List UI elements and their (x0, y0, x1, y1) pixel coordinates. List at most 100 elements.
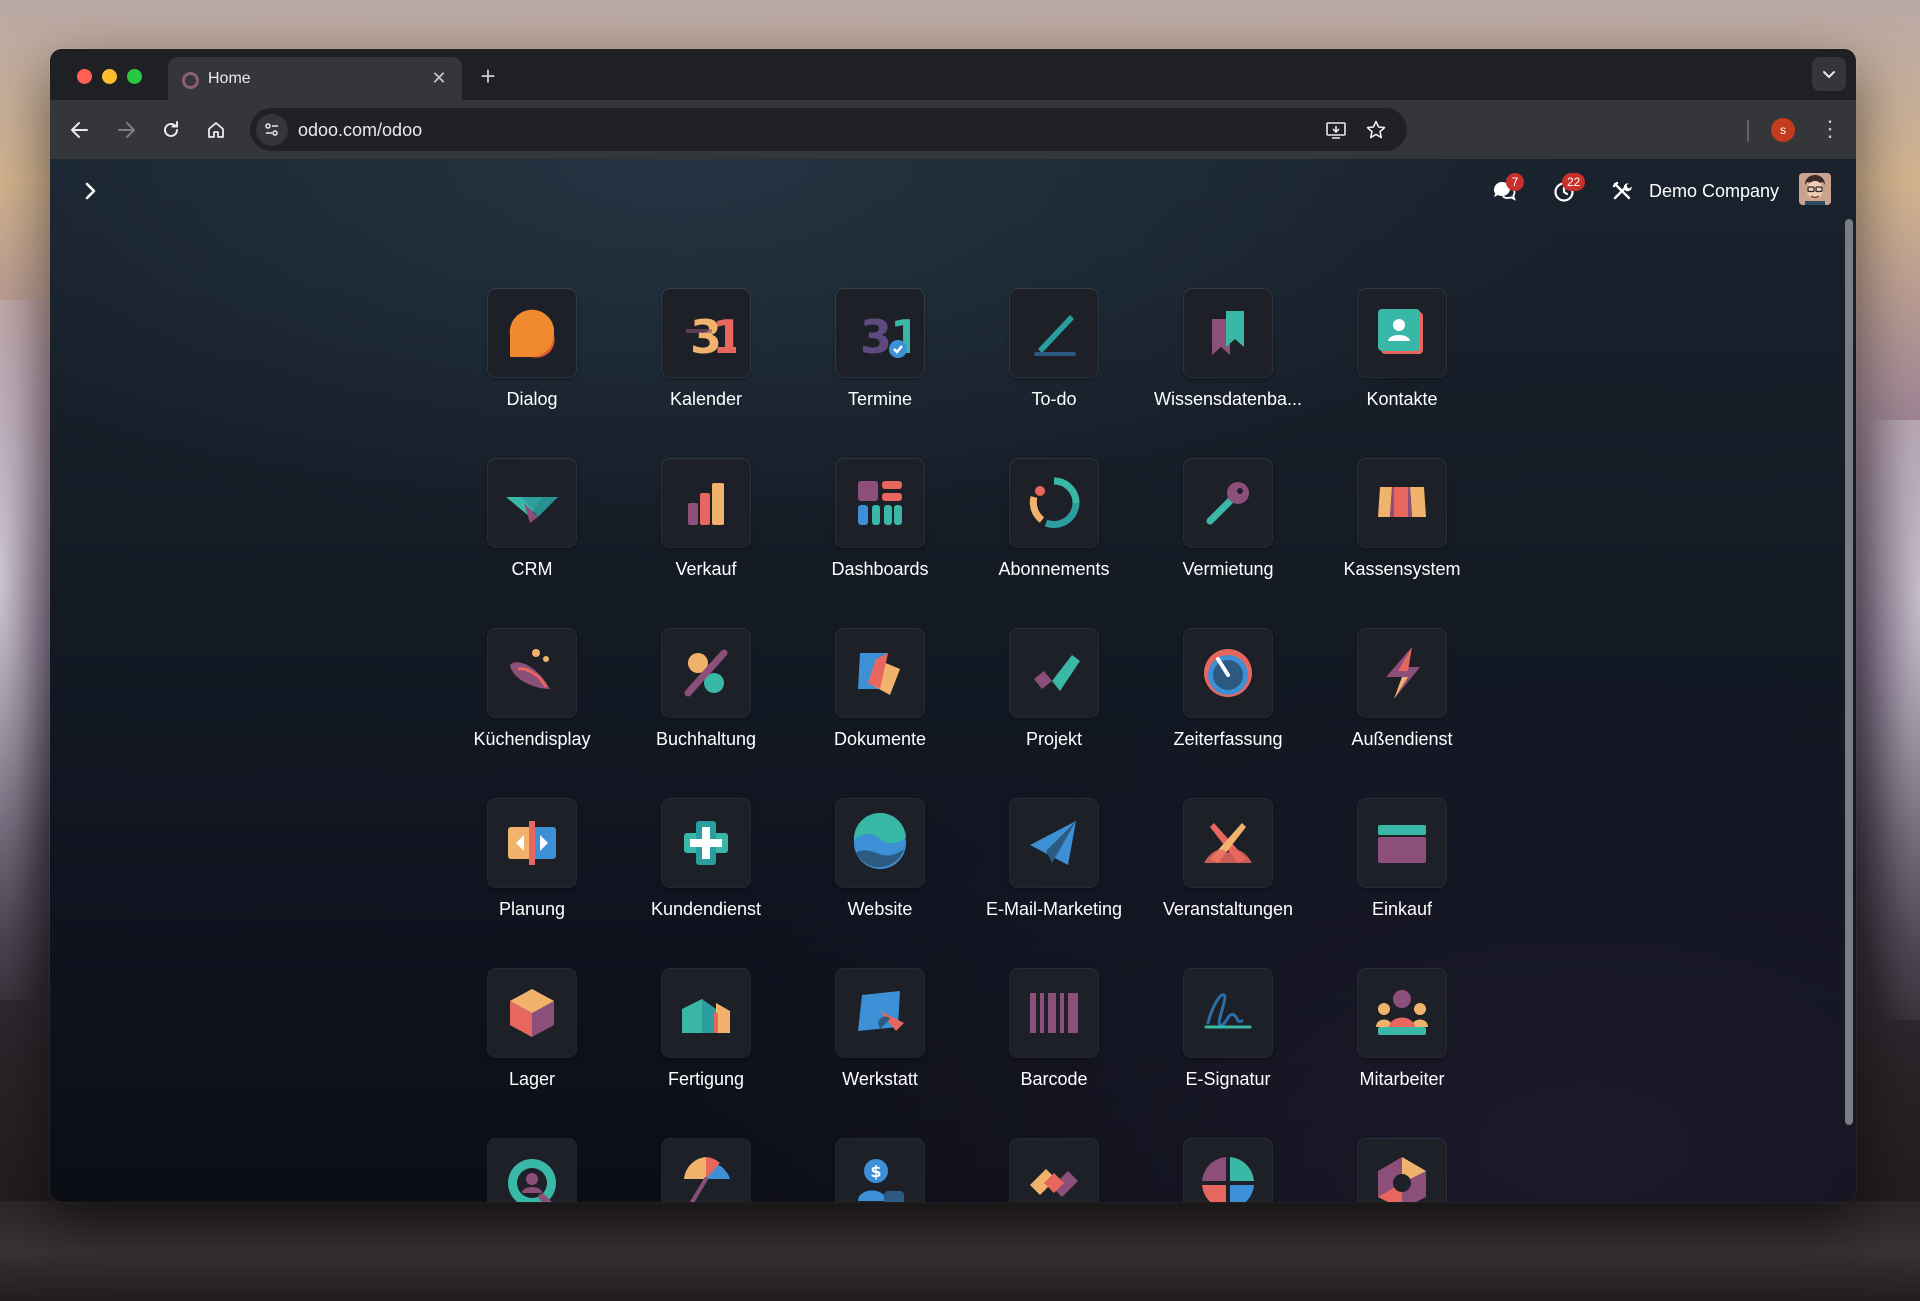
app-tile[interactable] (836, 629, 924, 717)
app-inventory[interactable]: Lager (445, 969, 619, 1099)
minimize-window-button[interactable] (102, 69, 117, 84)
user-avatar[interactable] (1799, 173, 1831, 205)
app-accounting[interactable]: Buchhaltung (619, 629, 793, 759)
app-tile[interactable]: 31 (836, 289, 924, 377)
close-window-button[interactable] (77, 69, 92, 84)
maximize-window-button[interactable] (127, 69, 142, 84)
app-fleet[interactable] (1315, 1139, 1489, 1202)
app-purchase[interactable]: Einkauf (1315, 799, 1489, 929)
app-subscriptions[interactable]: Abonnements (967, 459, 1141, 589)
app-knowledge[interactable]: Wissensdatenba... (1141, 289, 1315, 419)
app-todo[interactable]: To-do (967, 289, 1141, 419)
messages-button[interactable]: 7 (1482, 171, 1526, 211)
app-tile[interactable] (1010, 969, 1098, 1057)
app-tile[interactable]: 31 (662, 289, 750, 377)
home-button[interactable] (200, 114, 232, 146)
app-contacts[interactable]: Kontakte (1315, 289, 1489, 419)
app-planning[interactable]: Planung (445, 799, 619, 929)
app-tile[interactable] (1184, 1139, 1272, 1202)
app-appraisals[interactable] (1141, 1139, 1315, 1202)
app-tile[interactable] (1184, 969, 1272, 1057)
app-employees[interactable]: Mitarbeiter (1315, 969, 1489, 1099)
site-settings-icon[interactable] (256, 114, 288, 146)
app-tile[interactable] (1358, 799, 1446, 887)
app-calendar[interactable]: 3 1 Kalender (619, 289, 793, 419)
app-tile[interactable] (836, 459, 924, 547)
app-repairs[interactable]: Werkstatt (793, 969, 967, 1099)
app-tile[interactable] (1010, 629, 1098, 717)
app-tile[interactable] (836, 799, 924, 887)
app-payroll[interactable]: $ (793, 1139, 967, 1202)
address-bar[interactable]: odoo.com/odoo (250, 108, 1407, 151)
app-tile[interactable] (488, 629, 576, 717)
app-tile[interactable] (662, 629, 750, 717)
app-tile[interactable] (1184, 799, 1272, 887)
app-website[interactable]: Website (793, 799, 967, 929)
forward-button[interactable] (110, 114, 142, 146)
app-barcode[interactable]: Barcode (967, 969, 1141, 1099)
app-timesheets[interactable]: Zeiterfassung (1141, 629, 1315, 759)
app-crm[interactable]: CRM (445, 459, 619, 589)
app-tile[interactable] (1010, 289, 1098, 377)
browser-menu-button[interactable]: ⋮ (1818, 114, 1842, 146)
app-point-of-sale[interactable]: Kassensystem (1315, 459, 1489, 589)
app-events[interactable]: Veranstaltungen (1141, 799, 1315, 929)
app-tile[interactable] (1184, 459, 1272, 547)
debug-tools-button[interactable] (1607, 171, 1637, 211)
app-tile[interactable] (488, 459, 576, 547)
app-discuss[interactable]: Dialog (445, 289, 619, 419)
app-tile[interactable] (1010, 459, 1098, 547)
app-field-service[interactable]: Außendienst (1315, 629, 1489, 759)
app-documents[interactable]: Dokumente (793, 629, 967, 759)
app-tile[interactable] (1358, 629, 1446, 717)
browser-tab[interactable]: Home ✕ (168, 57, 462, 100)
app-tile[interactable] (1010, 799, 1098, 887)
app-tile[interactable] (488, 799, 576, 887)
reload-button[interactable] (155, 114, 187, 146)
app-tile[interactable]: $ (836, 1139, 924, 1202)
app-sign[interactable]: E-Signatur (1141, 969, 1315, 1099)
app-referrals[interactable] (967, 1139, 1141, 1202)
tools-icon (1612, 181, 1632, 200)
app-sales[interactable]: Verkauf (619, 459, 793, 589)
app-tile[interactable] (488, 289, 576, 377)
app-appointments[interactable]: 3 1 Termine (793, 289, 967, 419)
app-helpdesk[interactable]: Kundendienst (619, 799, 793, 929)
tab-search-button[interactable] (1812, 57, 1846, 91)
app-tile[interactable] (662, 969, 750, 1057)
app-tile[interactable] (1184, 289, 1272, 377)
app-manufacturing[interactable]: Fertigung (619, 969, 793, 1099)
activities-button[interactable]: 22 (1540, 171, 1590, 211)
install-app-icon[interactable] (1322, 116, 1350, 144)
app-tile[interactable] (662, 1139, 750, 1202)
scrollbar-thumb[interactable] (1845, 219, 1853, 1125)
app-email-marketing[interactable]: E-Mail-Marketing (967, 799, 1141, 929)
user-portrait-icon (1799, 173, 1831, 205)
app-recruitment[interactable] (445, 1139, 619, 1202)
app-tile[interactable] (1358, 969, 1446, 1057)
app-rental[interactable]: Vermietung (1141, 459, 1315, 589)
app-time-off[interactable] (619, 1139, 793, 1202)
new-tab-button[interactable]: + (472, 61, 504, 93)
app-kitchen-display[interactable]: Küchendisplay (445, 629, 619, 759)
tab-close-icon[interactable]: ✕ (426, 65, 452, 91)
app-tile[interactable] (1358, 289, 1446, 377)
app-tile[interactable] (662, 799, 750, 887)
page-scrollbar[interactable] (1840, 159, 1856, 1202)
app-tile[interactable] (488, 1139, 576, 1202)
app-project[interactable]: Projekt (967, 629, 1141, 759)
profile-avatar[interactable]: s (1771, 118, 1795, 142)
bookmark-star-icon[interactable] (1362, 116, 1390, 144)
app-tile[interactable] (1184, 629, 1272, 717)
app-label: Kundendienst (650, 899, 762, 919)
app-tile[interactable] (836, 969, 924, 1057)
app-tile[interactable] (488, 969, 576, 1057)
app-tile[interactable] (1010, 1139, 1098, 1202)
app-tile[interactable] (1358, 1139, 1446, 1202)
app-tile[interactable] (662, 459, 750, 547)
back-button[interactable] (64, 114, 96, 146)
app-dashboards[interactable]: Dashboards (793, 459, 967, 589)
app-tile[interactable] (1358, 459, 1446, 547)
company-switcher[interactable]: Demo Company (1649, 171, 1779, 211)
expand-menu-button[interactable] (74, 175, 106, 207)
